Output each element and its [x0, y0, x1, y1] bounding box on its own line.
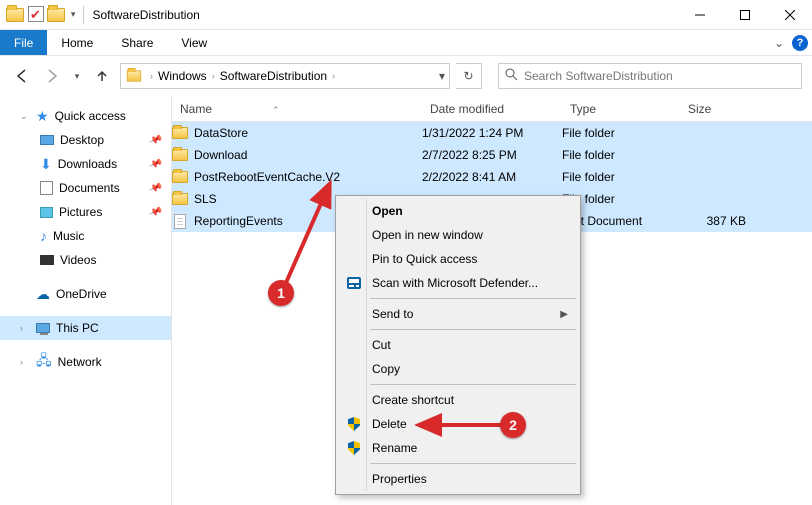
window-title: SoftwareDistribution — [92, 8, 199, 22]
submenu-arrow-icon: ▶ — [560, 309, 568, 320]
sidebar-item-downloads[interactable]: ⬇Downloads📌 — [0, 152, 171, 176]
sidebar-item-desktop[interactable]: Desktop📌 — [0, 128, 171, 152]
menu-separator — [370, 463, 576, 464]
videos-icon — [40, 255, 54, 265]
chevron-right-icon[interactable]: › — [209, 71, 218, 81]
pin-icon: 📌 — [147, 133, 162, 148]
shield-icon — [346, 441, 362, 455]
close-button[interactable] — [767, 0, 812, 30]
sort-asc-icon: ⌃ — [272, 105, 280, 115]
minimize-button[interactable] — [677, 0, 722, 30]
ctx-cut[interactable]: Cut — [338, 333, 578, 357]
ctx-open[interactable]: Open — [338, 199, 578, 223]
table-row[interactable]: Download 2/7/2022 8:25 PM File folder — [172, 144, 812, 166]
quick-access-toolbar: ✔ ▾ — [6, 7, 75, 23]
search-placeholder: Search SoftwareDistribution — [524, 69, 673, 83]
chevron-right-icon[interactable]: › — [329, 71, 338, 81]
quick-access-label: Quick access — [55, 109, 126, 123]
ctx-scan-defender[interactable]: Scan with Microsoft Defender... — [338, 271, 578, 295]
col-type[interactable]: Type — [562, 102, 680, 116]
star-icon: ★ — [36, 108, 49, 125]
new-folder-qat-icon[interactable] — [47, 8, 65, 22]
refresh-button[interactable]: ↻ — [456, 63, 482, 89]
menu-separator — [370, 384, 576, 385]
menu-separator — [370, 298, 576, 299]
column-headers: Name⌃ Date modified Type Size — [172, 96, 812, 122]
back-button[interactable] — [10, 64, 34, 88]
document-icon — [172, 213, 188, 229]
divider — [83, 6, 84, 24]
navigation-pane: ⌄ ★ Quick access Desktop📌 ⬇Downloads📌 Do… — [0, 96, 172, 505]
breadcrumb[interactable]: Windows — [156, 69, 209, 83]
chevron-right-icon[interactable]: › — [147, 71, 156, 81]
folder-icon — [172, 191, 188, 207]
onedrive-group[interactable]: ›☁OneDrive — [0, 282, 171, 306]
share-tab[interactable]: Share — [107, 30, 167, 55]
pin-icon: 📌 — [147, 205, 162, 220]
folder-icon — [172, 169, 188, 185]
col-size[interactable]: Size — [680, 102, 760, 116]
table-row[interactable]: DataStore 1/31/2022 1:24 PM File folder — [172, 122, 812, 144]
search-icon — [505, 68, 518, 84]
ctx-delete[interactable]: Delete — [338, 412, 578, 436]
thispc-group[interactable]: ›This PC — [0, 316, 171, 340]
sidebar-item-documents[interactable]: Documents📌 — [0, 176, 171, 200]
pictures-icon — [40, 207, 53, 218]
maximize-button[interactable] — [722, 0, 767, 30]
window-controls — [677, 0, 812, 30]
menu-separator — [370, 329, 576, 330]
folder-icon — [127, 70, 141, 81]
ctx-send-to[interactable]: Send to▶ — [338, 302, 578, 326]
address-dropdown-icon[interactable]: ▾ — [439, 69, 445, 83]
home-tab[interactable]: Home — [47, 30, 107, 55]
ctx-rename[interactable]: Rename — [338, 436, 578, 460]
cloud-icon: ☁ — [36, 286, 50, 303]
qat-dropdown-icon[interactable]: ▾ — [71, 9, 76, 20]
navigation-bar: ▾ › Windows › SoftwareDistribution › ▾ ↻… — [0, 56, 812, 96]
pin-icon: 📌 — [147, 157, 162, 172]
file-tab[interactable]: File — [0, 30, 47, 55]
sidebar-item-pictures[interactable]: Pictures📌 — [0, 200, 171, 224]
downloads-icon: ⬇ — [40, 156, 52, 173]
folder-icon[interactable] — [6, 8, 24, 22]
ctx-open-new-window[interactable]: Open in new window — [338, 223, 578, 247]
ctx-copy[interactable]: Copy — [338, 357, 578, 381]
context-menu: Open Open in new window Pin to Quick acc… — [335, 195, 581, 495]
table-row[interactable]: PostRebootEventCache.V2 2/2/2022 8:41 AM… — [172, 166, 812, 188]
folder-icon — [172, 147, 188, 163]
col-name[interactable]: Name⌃ — [172, 102, 422, 116]
shield-icon — [346, 417, 362, 431]
network-icon: 🖧 — [36, 350, 52, 374]
pin-icon: 📌 — [147, 181, 162, 196]
chevron-right-icon[interactable]: › — [20, 323, 30, 333]
chevron-down-icon[interactable]: ⌄ — [20, 111, 30, 122]
music-icon: ♪ — [40, 228, 47, 244]
properties-qat-icon[interactable]: ✔ — [30, 7, 41, 23]
forward-button[interactable] — [40, 64, 64, 88]
folder-icon — [172, 125, 188, 141]
sidebar-item-videos[interactable]: Videos — [0, 248, 171, 272]
sidebar-item-music[interactable]: ♪Music — [0, 224, 171, 248]
quick-access-group[interactable]: ⌄ ★ Quick access — [0, 104, 171, 128]
defender-icon — [346, 277, 362, 289]
recent-locations-icon[interactable]: ▾ — [70, 64, 84, 88]
desktop-icon — [40, 135, 54, 145]
address-bar[interactable]: › Windows › SoftwareDistribution › ▾ — [120, 63, 450, 89]
up-button[interactable] — [90, 64, 114, 88]
search-box[interactable]: Search SoftwareDistribution — [498, 63, 802, 89]
view-tab[interactable]: View — [167, 30, 221, 55]
ctx-pin-quick-access[interactable]: Pin to Quick access — [338, 247, 578, 271]
breadcrumb[interactable]: SoftwareDistribution — [218, 69, 329, 83]
ctx-create-shortcut[interactable]: Create shortcut — [338, 388, 578, 412]
network-group[interactable]: ›🖧Network — [0, 350, 171, 374]
help-button[interactable]: ? — [788, 30, 812, 55]
col-date[interactable]: Date modified — [422, 102, 562, 116]
pc-icon — [36, 323, 50, 333]
ribbon: File Home Share View ⌄ ? — [0, 30, 812, 56]
chevron-right-icon[interactable]: › — [20, 357, 30, 367]
titlebar: ✔ ▾ SoftwareDistribution — [0, 0, 812, 30]
documents-icon — [40, 181, 53, 195]
ribbon-collapse-icon[interactable]: ⌄ — [758, 30, 788, 55]
ctx-properties[interactable]: Properties — [338, 467, 578, 491]
